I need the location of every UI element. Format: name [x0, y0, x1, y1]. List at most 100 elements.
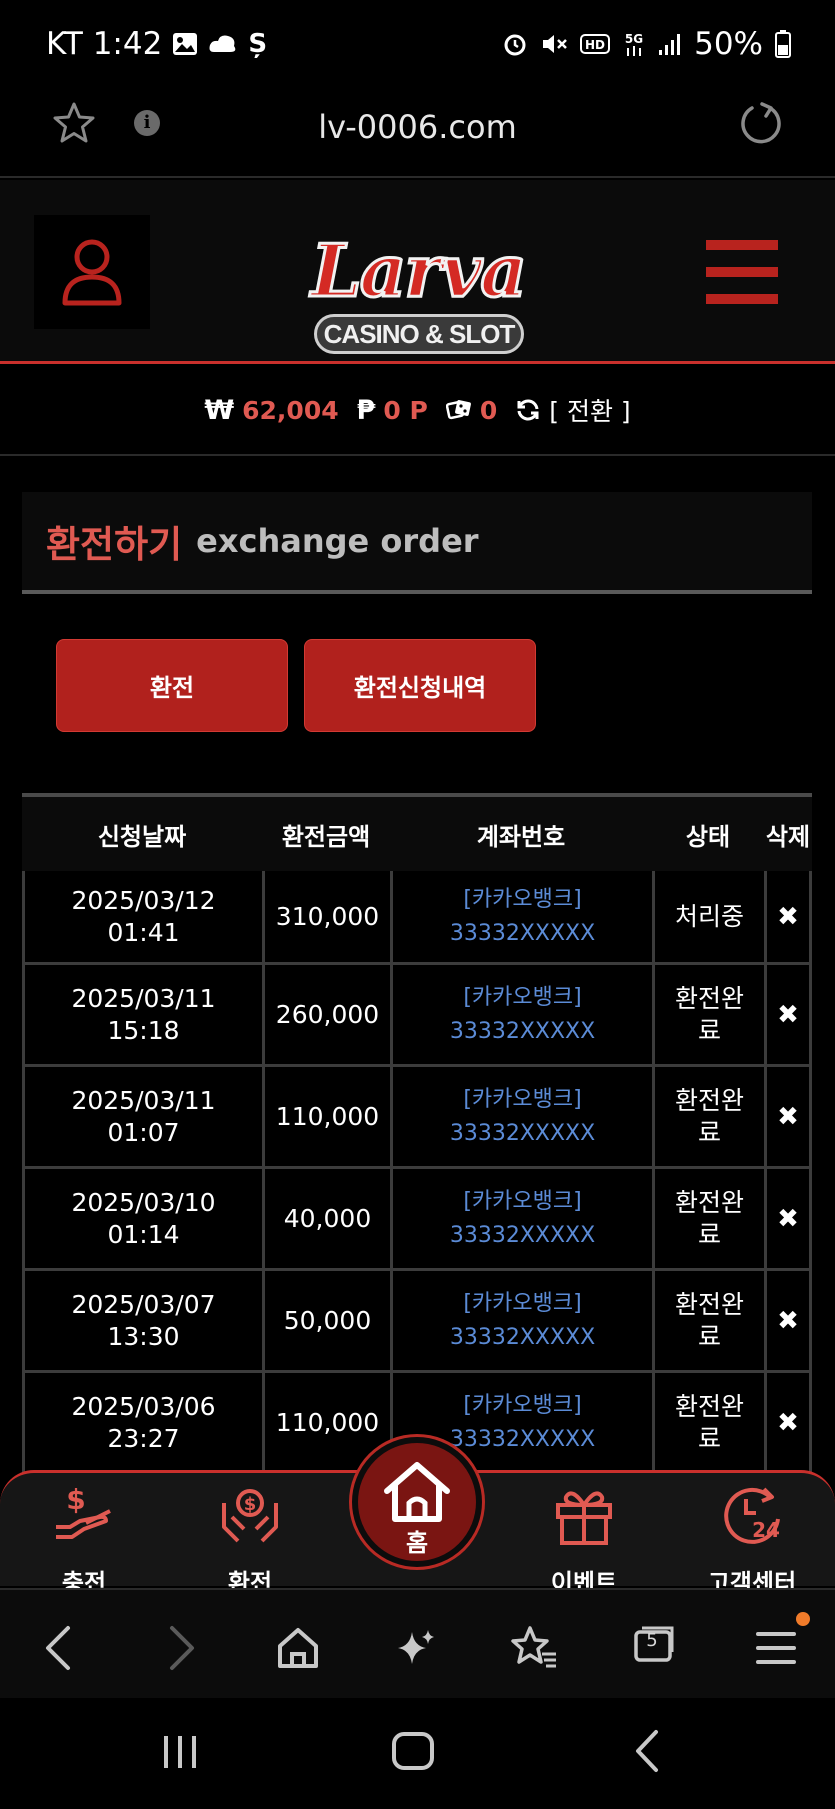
browser-toolbar: 5: [0, 1588, 835, 1698]
logo-subtext: CASINO & SLOT: [314, 314, 524, 354]
date-cell: 2025/03/07 13:30: [22, 1271, 262, 1370]
time-value: 15:18: [107, 1015, 180, 1045]
header-delete: 삭제: [765, 822, 811, 851]
battery-icon: [775, 30, 791, 58]
android-nav-bar: [0, 1700, 835, 1809]
account-number: 33332XXXXX: [449, 1120, 596, 1146]
time-value: 23:27: [107, 1423, 180, 1453]
android-back-icon[interactable]: [630, 1728, 666, 1774]
reload-icon[interactable]: [736, 100, 784, 148]
gift-icon: [556, 1491, 612, 1545]
cash-value: 62,004: [242, 395, 339, 425]
user-icon: [62, 239, 122, 306]
delete-button[interactable]: ✖: [764, 871, 812, 962]
nav-deposit[interactable]: $ 충전: [24, 1483, 144, 1597]
dice-icon: [445, 400, 471, 420]
menu-bar-icon: [706, 294, 778, 304]
point-icon: ₱: [356, 394, 376, 426]
account-cell: [카카오뱅크] 33332XXXXX: [390, 1271, 652, 1370]
date-cell: 2025/03/12 01:41: [22, 871, 262, 962]
bookmarks-icon[interactable]: [510, 1624, 558, 1672]
date-cell: 2025/03/11 01:07: [22, 1067, 262, 1166]
nav-withdraw[interactable]: $ 환전: [190, 1483, 310, 1597]
back-icon[interactable]: [40, 1624, 76, 1672]
exchange-button[interactable]: 환전: [56, 639, 288, 732]
amount-cell: 40,000: [262, 1169, 390, 1268]
date-value: 2025/03/11: [71, 983, 216, 1013]
forward-icon[interactable]: [164, 1624, 200, 1672]
delete-button[interactable]: ✖: [764, 965, 812, 1064]
android-home-icon[interactable]: [390, 1728, 436, 1774]
account-cell: [카카오뱅크] 33332XXXXX: [390, 871, 652, 962]
nav-event[interactable]: 이벤트: [524, 1483, 644, 1597]
nav-home-label: 홈: [405, 1529, 429, 1557]
table-body: 2025/03/12 01:41 310,000 [카카오뱅크] 33332XXXXX 처…: [22, 871, 812, 1473]
home-icon[interactable]: [276, 1624, 320, 1672]
nav-home[interactable]: 홈: [352, 1437, 482, 1567]
menu-button[interactable]: [706, 240, 778, 304]
account-number: 33332XXXXX: [449, 1018, 596, 1044]
site-header: Larva CASINO & SLOT: [0, 180, 835, 364]
table-row: 2025/03/12 01:41 310,000 [카카오뱅크] 33332XXXXX 처…: [22, 871, 812, 965]
page-title-main: 환전하기: [46, 523, 183, 566]
date-value: 2025/03/06: [71, 1391, 216, 1421]
exchange-history-button[interactable]: 환전신청내역: [304, 639, 536, 732]
date-cell: 2025/03/11 15:18: [22, 965, 262, 1064]
delete-button[interactable]: ✖: [764, 1067, 812, 1166]
point-value: 0 P: [383, 395, 428, 425]
recent-apps-icon[interactable]: [160, 1730, 200, 1774]
home-icon: [384, 1462, 450, 1522]
date-value: 2025/03/12: [71, 885, 216, 915]
account-number: 33332XXXXX: [449, 1426, 596, 1452]
status-cell: 환전완료: [652, 1271, 764, 1370]
header-account: 계좌번호: [476, 822, 566, 851]
table-row: 2025/03/07 13:30 50,000 [카카오뱅크] 33332XXXXX 환전…: [22, 1271, 812, 1373]
url-text[interactable]: lv-0006.com: [0, 108, 835, 146]
header-status: 상태: [685, 822, 731, 851]
svg-text:$: $: [66, 1483, 85, 1516]
won-icon: ₩: [204, 394, 235, 426]
header-amount: 환전금액: [281, 822, 371, 851]
status-cell: 환전완료: [652, 1373, 764, 1472]
nav-support[interactable]: 24 고객센터: [692, 1483, 812, 1597]
bank-name: [카카오뱅크]: [463, 1188, 582, 1214]
signal-icon: [659, 34, 681, 55]
date-value: 2025/03/10: [71, 1187, 216, 1217]
exchange-table: 신청날짜 환전금액 계좌번호 상태 삭제 2025/03/12 01:41 310,…: [22, 793, 812, 1473]
account-cell: [카카오뱅크] 33332XXXXX: [390, 965, 652, 1064]
deposit-icon: $: [56, 1483, 111, 1539]
bank-name: [카카오뱅크]: [463, 1086, 582, 1112]
bank-name: [카카오뱅크]: [463, 984, 582, 1010]
svg-text:HD: HD: [585, 38, 605, 52]
delete-button[interactable]: ✖: [764, 1271, 812, 1370]
cloud-icon: [209, 35, 236, 52]
site-logo[interactable]: Larva CASINO & SLOT: [288, 190, 548, 360]
5g-icon: 5G: [625, 32, 643, 56]
hd-icon: HD: [580, 34, 611, 54]
support-24-icon: 24: [724, 1487, 780, 1544]
sparkle-icon[interactable]: [394, 1624, 438, 1672]
bank-name: [카카오뱅크]: [463, 1290, 582, 1316]
browser-url-bar: i lv-0006.com: [0, 88, 835, 178]
date-value: 2025/03/07: [71, 1289, 216, 1319]
cash-balance: ₩ 62,004: [204, 395, 338, 426]
notification-dot: [796, 1612, 810, 1626]
mute-icon: [543, 35, 567, 53]
point-balance: ₱ 0 P: [357, 395, 428, 426]
menu-icon[interactable]: [756, 1624, 796, 1672]
page-title-sub: exchange order: [196, 522, 479, 560]
switch-button[interactable]: [ 전환 ]: [515, 392, 631, 428]
tabs-button[interactable]: 5: [632, 1624, 676, 1672]
carrier-time: KT 1:42: [46, 26, 163, 62]
chip-value: 0: [479, 395, 498, 425]
site-bottom-nav: $ 충전 $ 환전 홈 이벤트 24 고객센터: [0, 1437, 835, 1597]
date-cell: 2025/03/10 01:14: [22, 1169, 262, 1268]
status-cell: 처리중: [652, 871, 764, 962]
menu-bar-icon: [706, 240, 778, 250]
delete-button[interactable]: ✖: [764, 1169, 812, 1268]
delete-button[interactable]: ✖: [764, 1373, 812, 1472]
profile-button[interactable]: [34, 215, 150, 329]
svg-text:5G: 5G: [625, 32, 643, 46]
table-row: 2025/03/11 01:07 110,000 [카카오뱅크] 33332XXXXX 환…: [22, 1067, 812, 1169]
gallery-icon: [173, 33, 198, 55]
